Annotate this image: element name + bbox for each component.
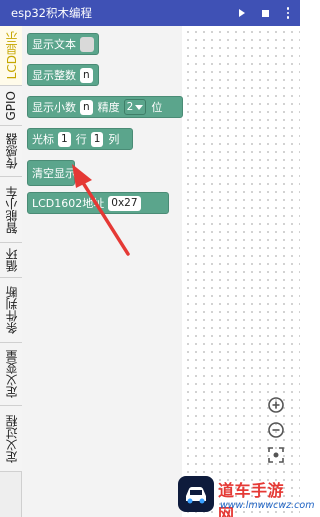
precision-dropdown[interactable]: 2 — [123, 99, 147, 115]
text-input-slot[interactable] — [80, 36, 94, 52]
block-label: 显示整数 — [32, 69, 76, 82]
tab-label: 循环 — [4, 248, 19, 272]
col-label: 列 — [108, 133, 120, 146]
precision-label: 精度 — [97, 101, 120, 114]
tab-label: 传感器 — [4, 133, 19, 169]
tab-label: 智能小车 — [4, 185, 19, 234]
app-bar: esp32积木编程 — [0, 0, 300, 26]
float-input-slot[interactable]: n — [80, 99, 93, 115]
category-tabs: LCD显示 GPIO 传感器 智能小车 循环 条件判断 定义变量 定义过程 — [0, 26, 22, 517]
watermark-url: www.lmwwcwz.com — [220, 500, 315, 511]
tab-label: LCD显示 — [4, 31, 19, 80]
tab-label: 定义过程 — [4, 414, 19, 463]
block-label: 显示文本 — [32, 38, 76, 51]
more-menu-button[interactable] — [278, 0, 298, 26]
tab-condition[interactable]: 条件判断 — [0, 278, 22, 343]
play-icon — [239, 9, 245, 17]
block-label: 光标 — [32, 133, 54, 146]
tab-loop[interactable]: 循环 — [0, 243, 22, 278]
row-label: 行 — [75, 133, 87, 146]
tab-label: GPIO — [4, 90, 18, 121]
tab-lcd-display[interactable]: LCD显示 — [0, 26, 22, 86]
tab-label: 定义变量 — [4, 350, 19, 398]
recenter-icon — [268, 447, 284, 463]
block-show-float[interactable]: 显示小数 n 精度 2 位 — [27, 96, 183, 118]
more-vert-icon — [286, 7, 290, 19]
integer-input-slot[interactable]: n — [80, 67, 93, 83]
unit-label: 位 — [151, 101, 163, 114]
stop-icon — [261, 9, 269, 17]
zoom-out-button[interactable] — [267, 421, 285, 439]
run-button[interactable] — [232, 0, 252, 26]
tab-label: 条件判断 — [4, 286, 19, 334]
tab-sensor[interactable]: 传感器 — [0, 126, 22, 177]
block-cursor[interactable]: 光标 1 行 1 列 — [27, 128, 133, 150]
annotation-arrow — [72, 164, 130, 256]
block-show-integer[interactable]: 显示整数 n — [27, 64, 99, 86]
chevron-down-icon — [135, 104, 144, 110]
watermark-title: 道车手游网 — [218, 481, 285, 517]
zoom-in-icon — [268, 397, 284, 413]
tab-define-procedure[interactable]: 定义过程 — [0, 406, 22, 472]
stop-button[interactable] — [255, 0, 275, 26]
tab-smart-car[interactable]: 智能小车 — [0, 177, 22, 243]
zoom-out-icon — [268, 422, 284, 438]
zoom-in-button[interactable] — [267, 396, 285, 414]
watermark: 道车手游网 www.lmwwcwz.com — [176, 474, 314, 517]
tab-define-variable[interactable]: 定义变量 — [0, 343, 22, 406]
precision-value: 2 — [126, 100, 134, 113]
block-show-text[interactable]: 显示文本 — [27, 33, 99, 55]
workspace-canvas[interactable] — [182, 26, 300, 517]
col-input-slot[interactable]: 1 — [90, 131, 104, 147]
block-label: 显示小数 — [32, 101, 76, 114]
recenter-button[interactable] — [267, 446, 285, 464]
row-input-slot[interactable]: 1 — [58, 131, 71, 147]
app-title: esp32积木编程 — [11, 6, 92, 20]
car-logo-icon — [178, 476, 214, 512]
tab-gpio[interactable]: GPIO — [0, 86, 22, 126]
